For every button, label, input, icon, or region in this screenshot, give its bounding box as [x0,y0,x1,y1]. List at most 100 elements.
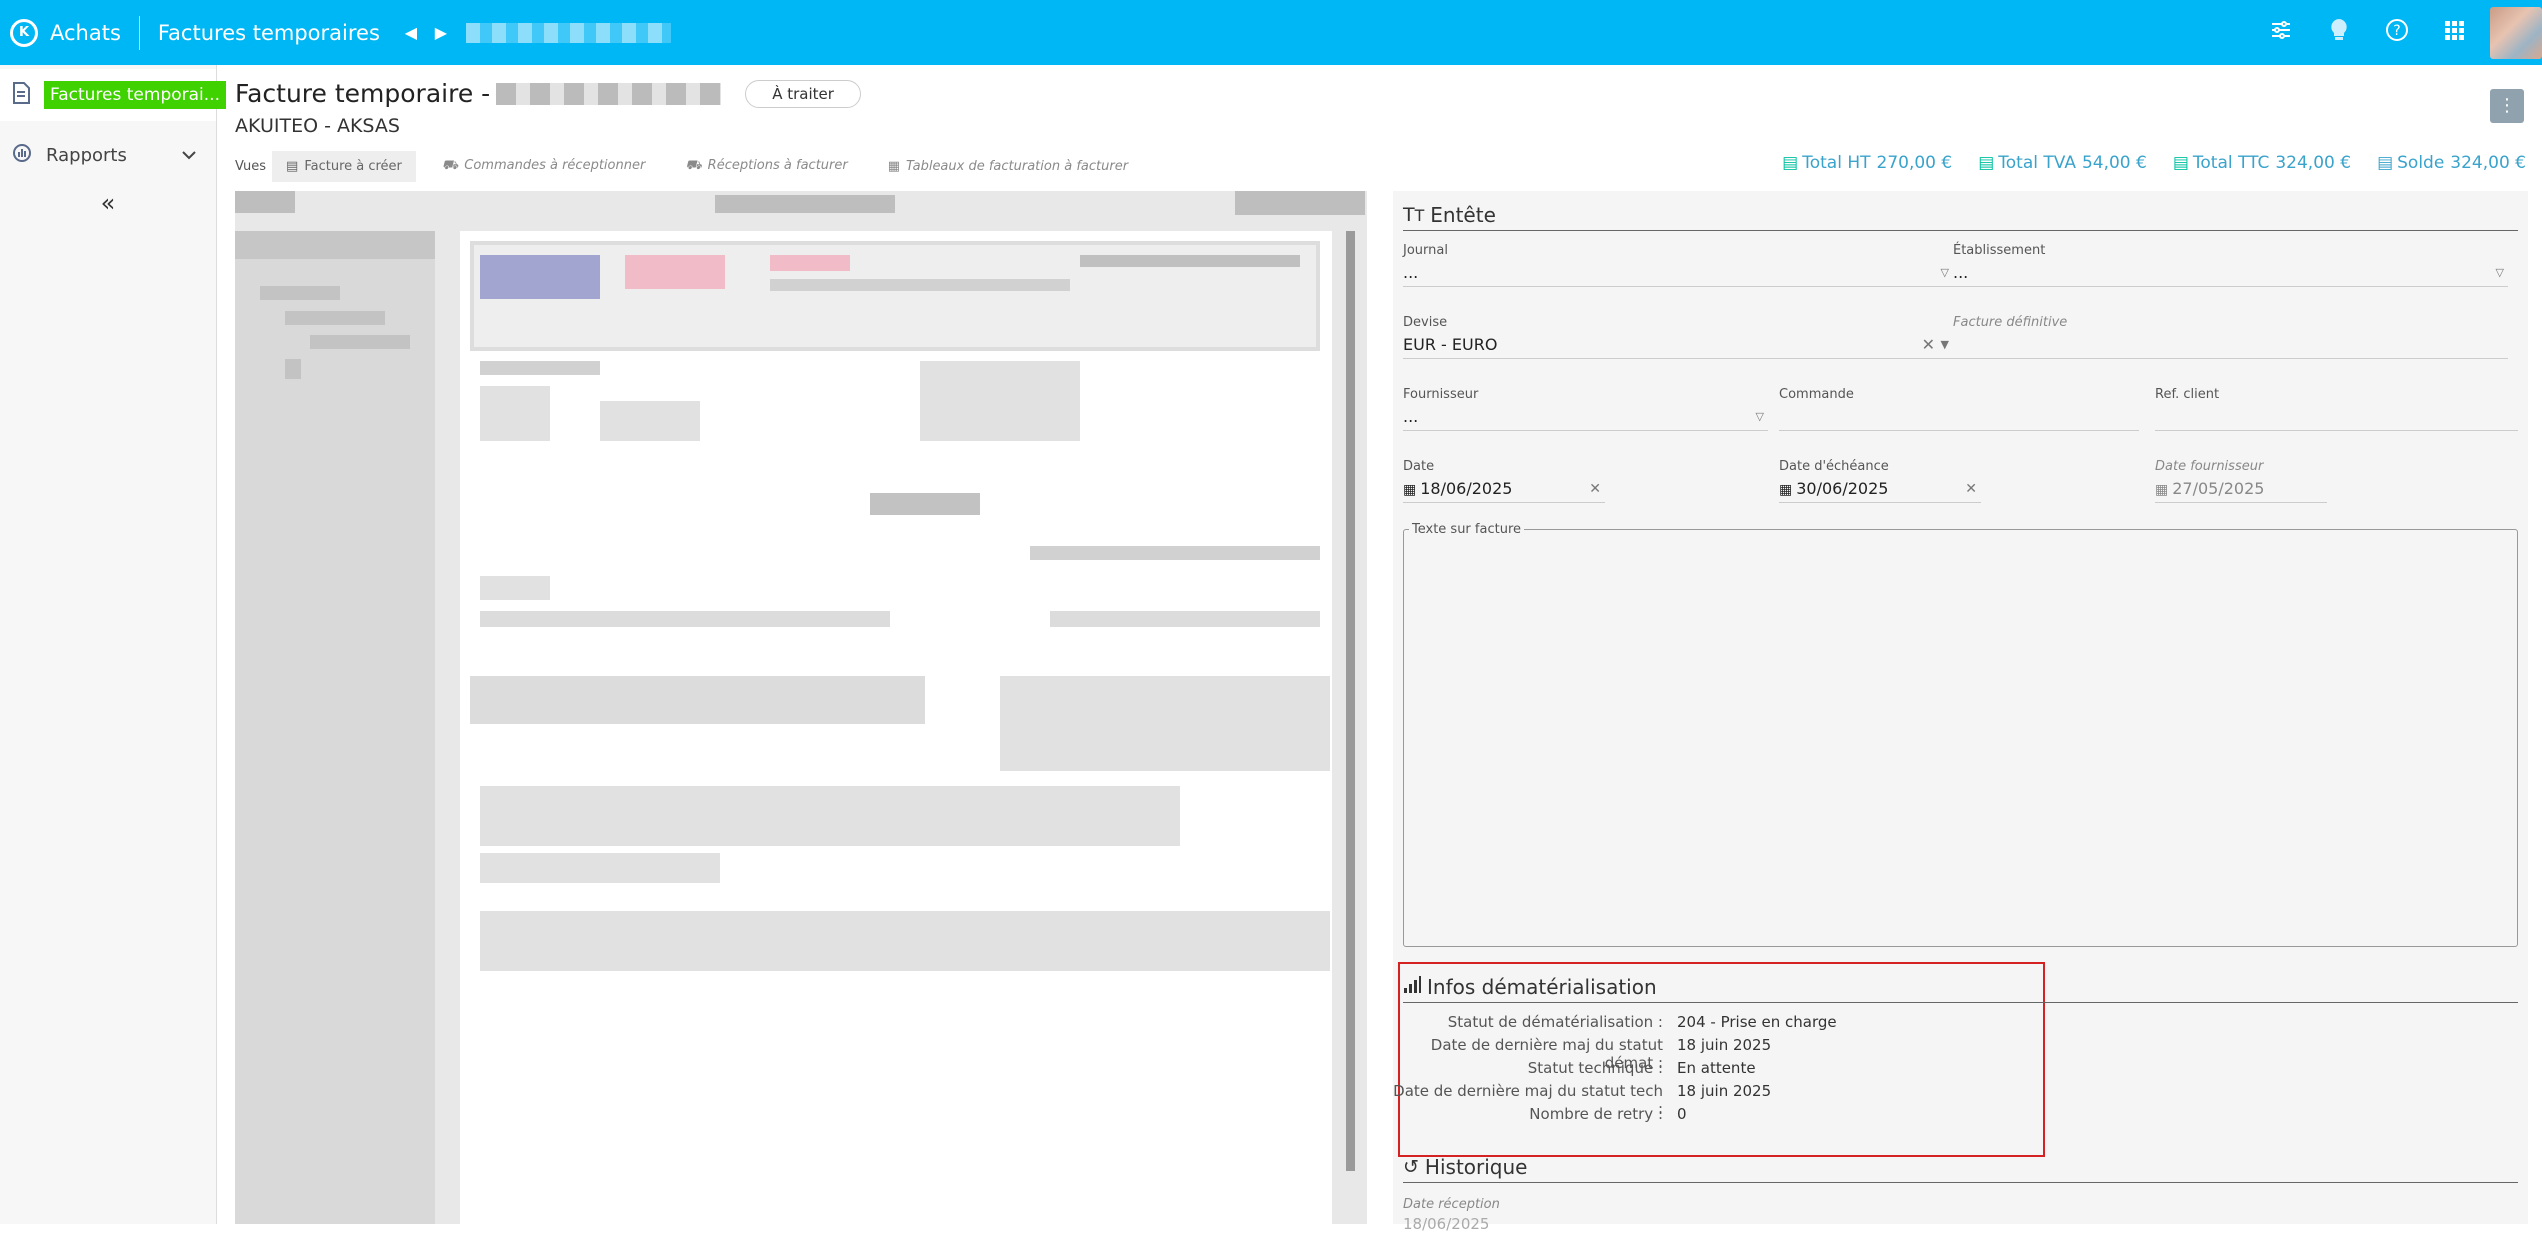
settings-sliders-icon[interactable] [2252,18,2310,48]
help-icon[interactable]: ? [2368,18,2426,48]
total-value: 54,00 € [2081,153,2147,173]
breadcrumb[interactable]: Factures temporaires [158,21,380,45]
top-bar: K Achats Factures temporaires ◀ ▶ ? [0,0,2542,65]
texte-sur-facture-label: Texte sur facture [1409,522,1524,537]
main-content: Facture temporaire - À traiter AKUITEO -… [218,65,2542,1233]
document-icon: ▤ [2377,153,2394,173]
total-label: Solde [2397,153,2445,173]
section-title: Entête [1430,203,1496,227]
prev-record-icon[interactable]: ◀ [400,23,422,42]
date-fournisseur-field[interactable]: ▦ 27/05/2025 [2155,477,2327,503]
tab-label: Commandes à réceptionner [464,158,646,173]
sidebar-item-rapports[interactable]: Rapports [0,129,216,181]
journal-field[interactable]: ... ▽ [1403,261,1953,287]
apps-grid-icon[interactable] [2426,19,2484,47]
section-infos-dematerialisation: Infos dématérialisation [1403,975,2518,1003]
commande-field[interactable] [1779,405,2139,431]
tab-label: Tableaux de facturation à facturer [906,159,1129,174]
document-icon: ▤ [2172,153,2189,173]
date-label: Date [1403,459,1435,474]
document-thumbnails[interactable] [235,231,435,1224]
facture-definitive-field[interactable] [1953,333,2508,359]
total-value: 324,00 € [2450,153,2526,173]
date-echeance-field[interactable]: ▦ 30/06/2025 ✕ [1779,477,1981,503]
document-viewer[interactable] [235,191,1367,1224]
invoice-form: TT Entête Journal ... ▽ Établissement ...… [1393,191,2528,1233]
tab-receptions-a-facturer[interactable]: ⛟ Réceptions à facturer [671,150,861,183]
demat-row: Nombre de retry : 0 [1393,1105,2033,1123]
date-value: 18/06/2025 [1420,479,1513,498]
totals-bar: ▤ Total HT 270,00 € ▤ Total TVA 54,00 € ▤ Tot… [1756,153,2526,173]
commande-label: Commande [1779,387,1854,402]
fournisseur-label: Fournisseur [1403,387,1479,402]
journal-value: ... [1403,263,1419,282]
record-title-blurred [465,22,671,43]
tab-commandes-a-receptionner[interactable]: ⛟ Commandes à réceptionner [428,150,659,183]
app-logo-icon[interactable]: K [10,18,38,47]
calendar-icon[interactable]: ▦ [1779,482,1792,498]
chevron-down-icon[interactable] [182,146,196,164]
next-record-icon[interactable]: ▶ [430,23,452,42]
sidebar-item-label: Rapports [46,144,127,166]
document-icon: ▤ [286,159,299,174]
page-title-text: Facture temporaire - [235,79,491,108]
demat-value: En attente [1677,1059,1756,1077]
clear-icon[interactable]: ✕ [1922,333,1935,357]
clear-icon[interactable]: ✕ [1589,477,1601,501]
devise-value: EUR - EURO [1403,335,1498,354]
date-echeance-value: 30/06/2025 [1796,479,1889,498]
date-reception-label: Date réception [1403,1197,1500,1212]
total-label: Total TVA [1998,153,2076,173]
status-badge[interactable]: À traiter [745,79,861,108]
texte-sur-facture-textarea[interactable] [1403,529,2518,947]
etablissement-label: Établissement [1953,243,2046,258]
etablissement-field[interactable]: ... ▽ [1953,261,2508,287]
dropdown-arrow-icon[interactable]: ▼ [1941,333,1949,357]
sidebar-item-label: Factures temporai... [44,81,226,109]
total-label: Total HT [1802,153,1871,173]
table-icon: ▦ [887,159,901,174]
collapse-sidebar-icon[interactable]: « [0,189,216,217]
ref-client-label: Ref. client [2155,387,2220,402]
total-label: Total TTC [2192,153,2270,173]
clear-icon[interactable]: ✕ [1965,477,1977,501]
calendar-icon[interactable]: ▦ [2155,482,2168,498]
ref-client-field[interactable] [2155,405,2518,431]
dropdown-arrow-icon[interactable]: ▽ [1756,405,1764,429]
date-field[interactable]: ▦ 18/06/2025 ✕ [1403,477,1605,503]
total-value: 270,00 € [1876,153,1953,173]
app-name[interactable]: Achats [50,21,121,45]
tab-label: Réceptions à facturer [707,158,848,173]
blurred-toolbar [235,191,295,213]
section-historique: ↺ Historique [1403,1155,2518,1183]
dropdown-arrow-icon[interactable]: ▽ [2496,261,2504,285]
divider [138,15,140,50]
dropdown-arrow-icon[interactable]: ▽ [1941,261,1949,285]
section-title: Infos dématérialisation [1427,975,1657,999]
calendar-icon[interactable]: ▦ [1403,482,1416,498]
fournisseur-value: ... [1403,407,1419,426]
fournisseur-field[interactable]: ... ▽ [1403,405,1768,431]
sidebar: Factures temporai... Rapports « [0,65,226,1224]
document-scrollbar[interactable] [1346,231,1355,1171]
section-title: Historique [1424,1155,1528,1179]
date-fournisseur-label: Date fournisseur [2155,459,2264,474]
svg-text:?: ? [2393,23,2400,39]
date-echeance-label: Date d'échéance [1779,459,1889,474]
avatar[interactable] [2490,6,2542,59]
tab-facture-a-creer[interactable]: ▤ Facture à créer [272,151,416,182]
devise-field[interactable]: EUR - EURO ✕ ▼ [1403,333,1953,359]
total-tva: ▤ Total TVA 54,00 € [1978,153,2147,173]
signal-bars-icon [1403,975,1421,999]
page-title: Facture temporaire - À traiter [235,79,861,108]
tab-label: Facture à créer [304,159,402,174]
document-icon: ▤ [1782,153,1799,173]
lightbulb-icon[interactable] [2310,17,2368,49]
blurred-toolbar [1235,191,1365,215]
tab-tableaux-de-facturation[interactable]: ▦ Tableaux de facturation à facturer [874,151,1142,182]
more-actions-icon[interactable]: ⋮ [2490,89,2524,123]
devise-label: Devise [1403,315,1448,330]
sidebar-item-factures-temporaires[interactable]: Factures temporai... [0,69,226,121]
journal-label: Journal [1403,243,1448,258]
views-label: Vues [235,159,267,174]
